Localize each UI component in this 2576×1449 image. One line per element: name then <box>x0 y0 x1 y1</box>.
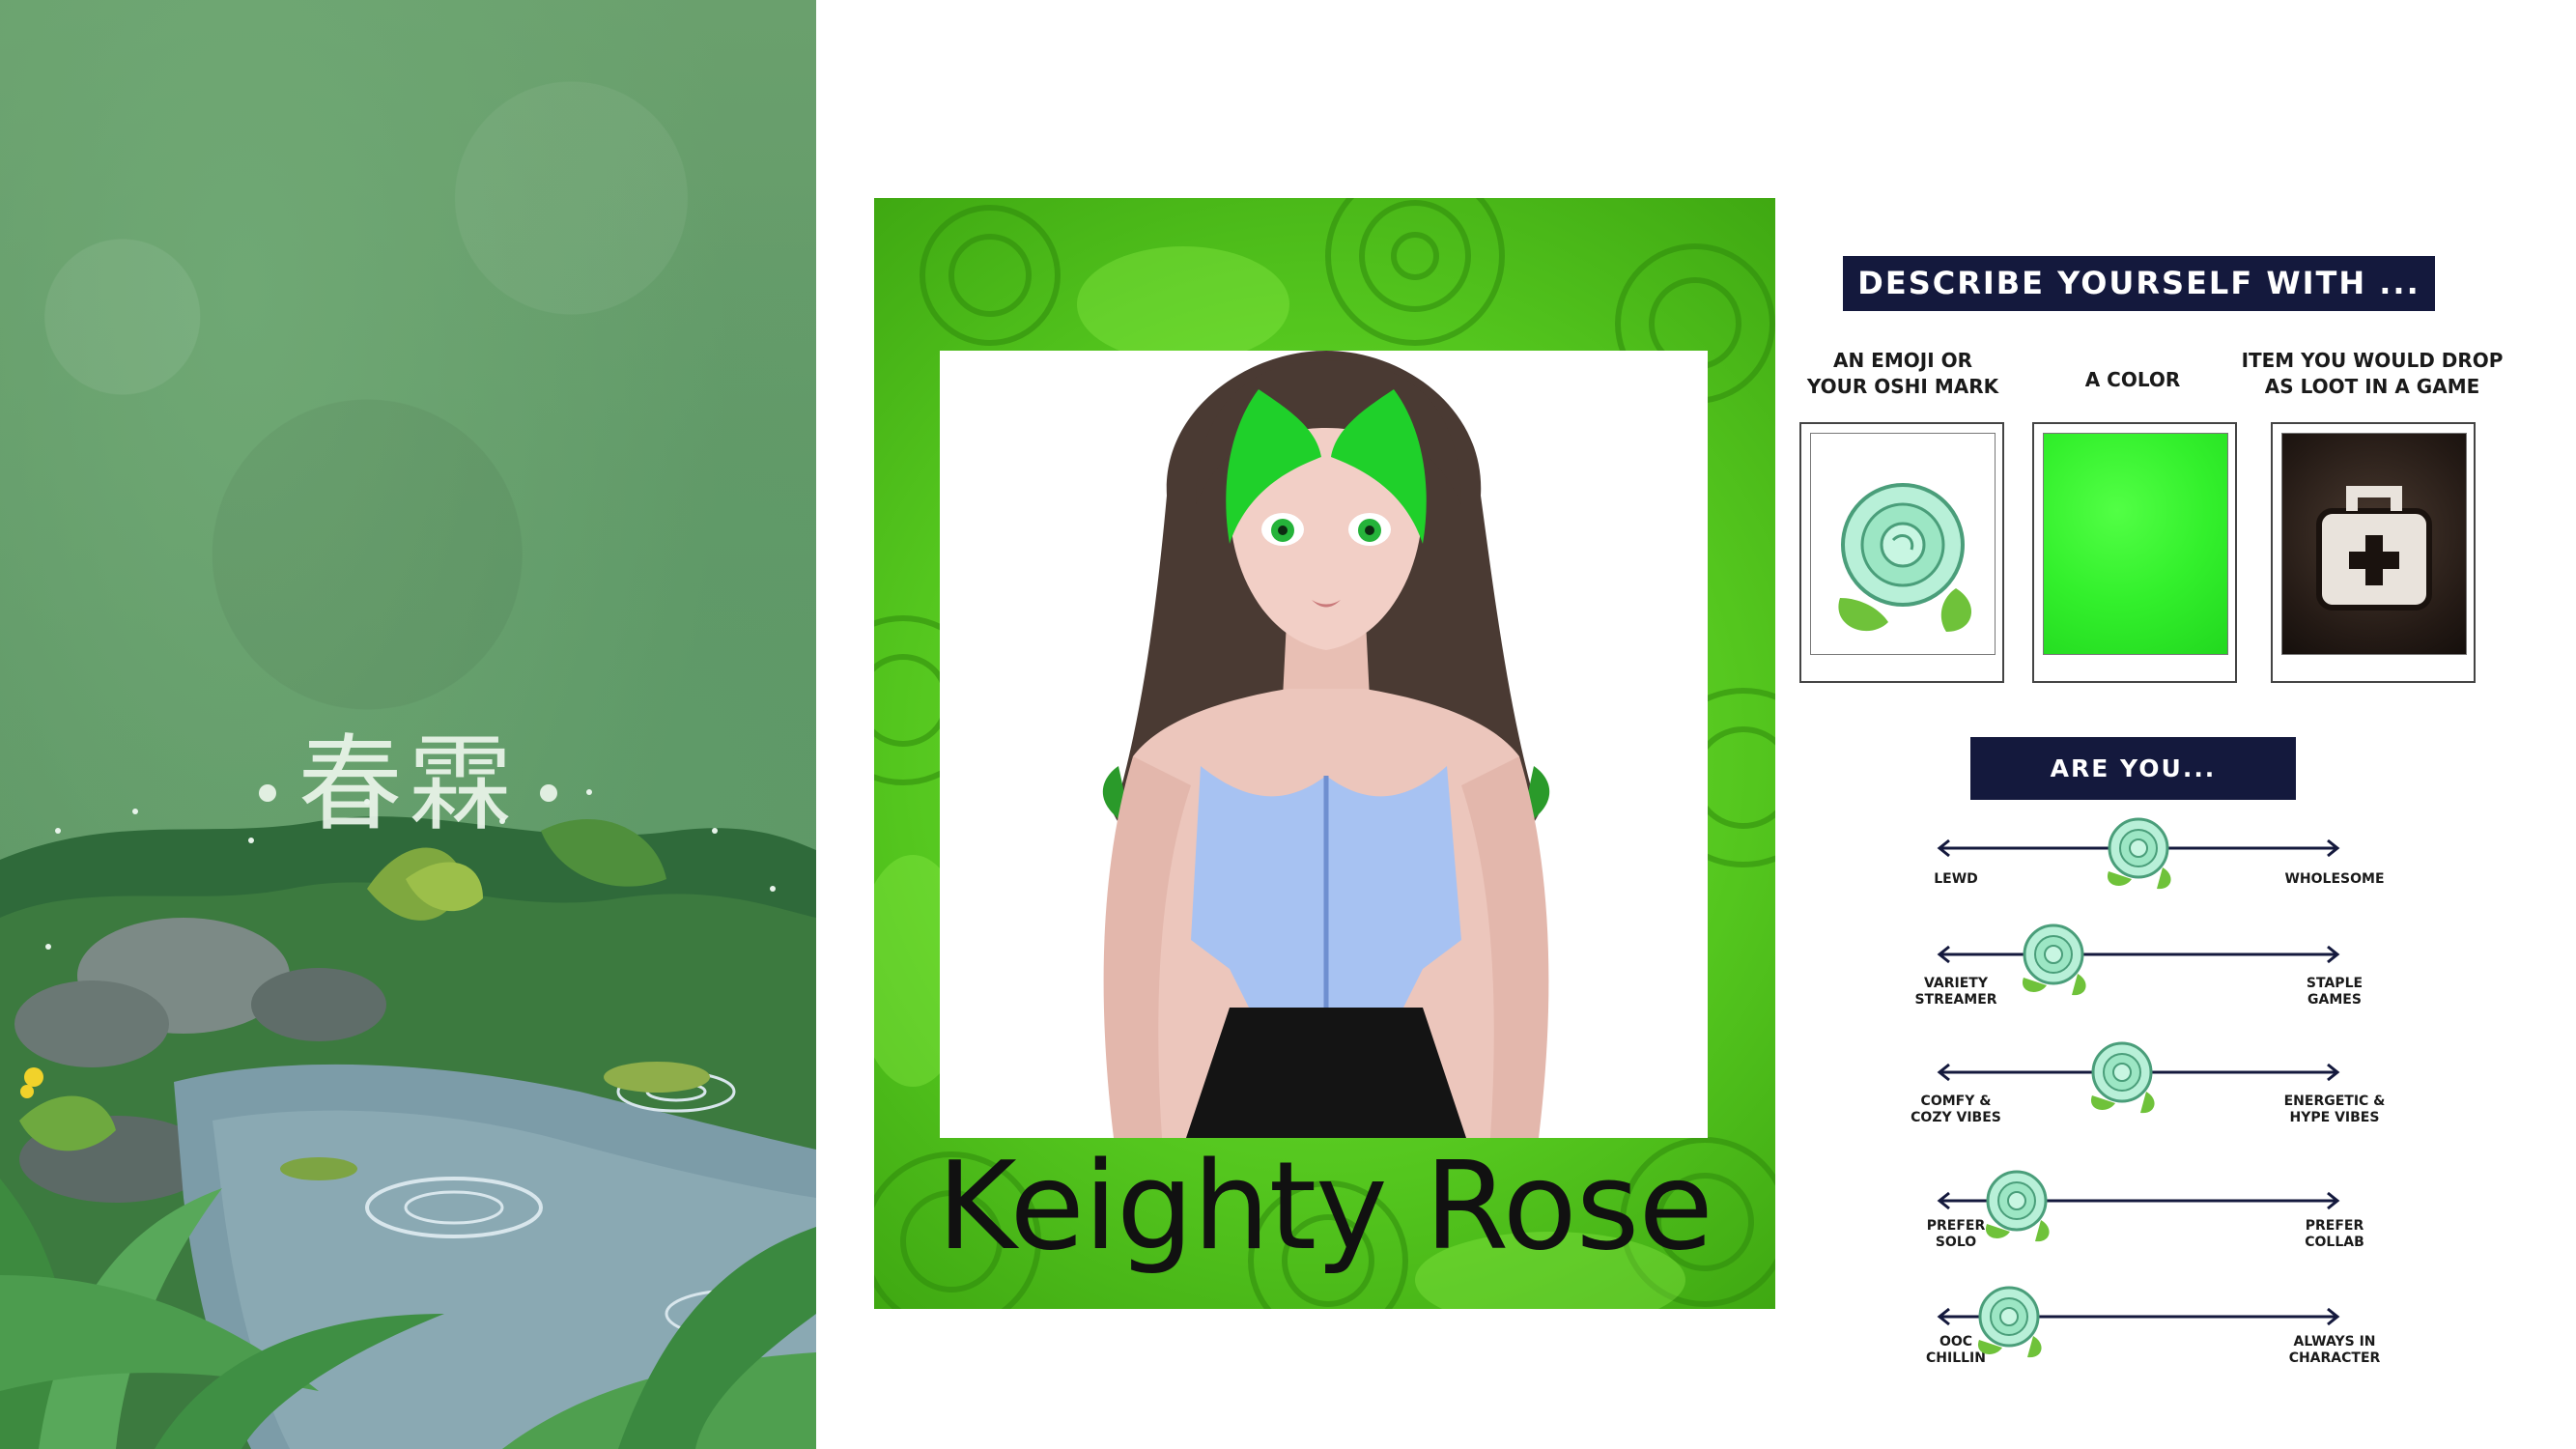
double-arrow-line <box>1937 945 2340 964</box>
vtuber-card: Keighty Rose <box>874 198 1775 1309</box>
loot-polaroid <box>2271 422 2476 683</box>
rose-emoji-icon <box>1838 483 1972 632</box>
color-swatch <box>2043 433 2228 655</box>
slider-lewd-wholesome: LEWD WHOLESOME <box>1912 817 2385 945</box>
question-label-line: ITEM YOU WOULD DROP <box>2241 349 2504 372</box>
slider-label-line: LEWD <box>1934 871 1978 887</box>
slider-right-label: WHOLESOME <box>2252 871 2417 888</box>
question-loot-label: ITEM YOU WOULD DROP AS LOOT IN A GAME <box>2232 348 2512 400</box>
slider-rose-marker[interactable] <box>2082 1036 2162 1115</box>
slider-label-line: CHARACTER <box>2288 1350 2381 1366</box>
slider-left-label: COMFY & COZY VIBES <box>1874 1094 2038 1126</box>
question-color-label: A COLOR <box>1993 367 2273 393</box>
color-polaroid <box>2032 422 2237 683</box>
are-you-banner: ARE YOU... <box>1970 737 2296 800</box>
slider-right-label: ENERGETIC & HYPE VIBES <box>2252 1094 2417 1126</box>
pond-illustration <box>0 789 816 1449</box>
slider-label-line: HYPE VIBES <box>2289 1110 2380 1125</box>
kanji-title: 春霖 <box>0 700 816 851</box>
slider-comfy-energetic: COMFY & COZY VIBES ENERGETIC & HYPE VIBE… <box>1911 1041 2385 1169</box>
slider-rose-marker[interactable] <box>2099 811 2178 891</box>
slider-label-line: WHOLESOME <box>2284 871 2385 887</box>
avatar-portrait-frame <box>940 351 1708 1138</box>
decorative-background-panel: 春霖 <box>0 0 816 1449</box>
slider-right-label: PREFER COLLAB <box>2252 1218 2417 1251</box>
slider-rose-marker[interactable] <box>1977 1164 2056 1243</box>
emoji-polaroid <box>1799 422 2004 683</box>
slider-rose-marker[interactable] <box>2014 918 2093 997</box>
slider-right-label: ALWAYS IN CHARACTER <box>2252 1334 2417 1367</box>
dot-decoration <box>259 783 277 802</box>
slider-label-line: PREFER <box>2305 1218 2364 1234</box>
slider-right-label: STAPLE GAMES <box>2252 976 2417 1009</box>
slider-label-line: ENERGETIC & <box>2283 1094 2386 1109</box>
dot-decoration <box>539 783 557 802</box>
question-label-line: A COLOR <box>2084 368 2181 391</box>
kanji-text: 春霖 <box>297 724 519 845</box>
loot-photo <box>2281 433 2467 655</box>
vtuber-name: Keighty Rose <box>937 1135 1713 1277</box>
slider-label-line: COLLAB <box>2305 1235 2364 1250</box>
slider-label-line: GAMES <box>2307 992 2362 1008</box>
slider-rose-marker[interactable] <box>1969 1280 2049 1359</box>
slider-ooc-character: OOC CHILLIN ALWAYS IN CHARACTER <box>1912 1286 2380 1413</box>
emoji-photo <box>1810 433 1996 655</box>
slider-label-line: ALWAYS IN <box>2293 1334 2376 1350</box>
medkit-icon <box>2316 486 2432 611</box>
slider-left-label: LEWD <box>1874 871 2038 888</box>
describe-yourself-banner: DESCRIBE YOURSELF WITH ... <box>1843 256 2435 311</box>
question-label-line: AS LOOT IN A GAME <box>2264 375 2480 398</box>
mist-texture <box>0 0 816 792</box>
slider-label-line: STAPLE <box>2306 976 2364 991</box>
slider-label-line: COMFY & <box>1920 1094 1992 1109</box>
slider-label-line: COZY VIBES <box>1911 1110 2001 1125</box>
avatar-illustration <box>1102 351 1550 1138</box>
